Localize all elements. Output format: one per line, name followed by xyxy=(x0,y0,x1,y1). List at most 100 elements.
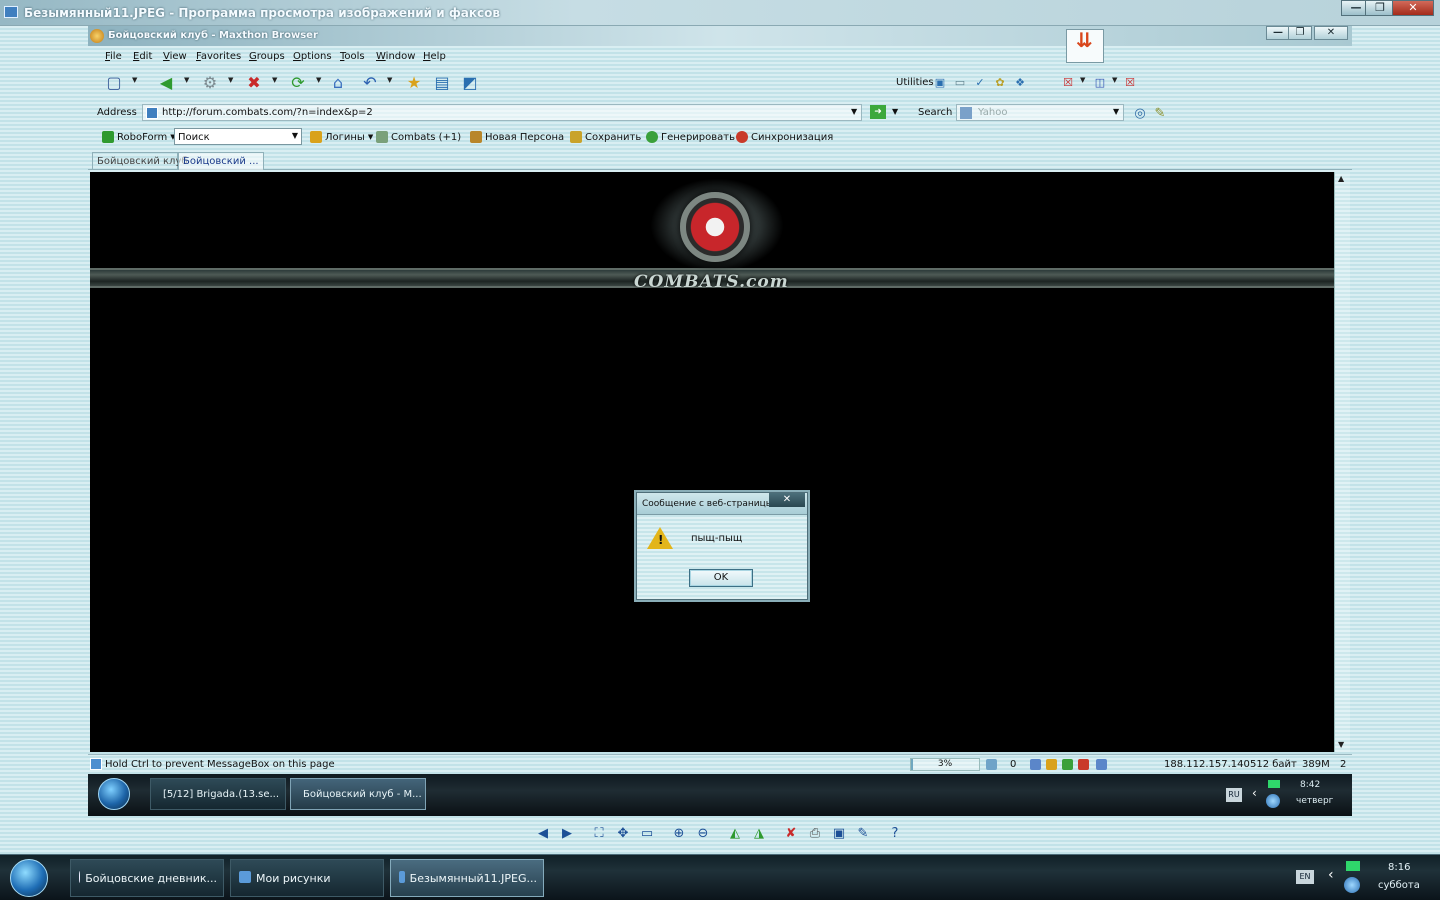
menu-groups[interactable]: Groups xyxy=(249,51,285,62)
status-tool-1-icon[interactable] xyxy=(1030,759,1041,770)
close-tab-dropdown[interactable]: ▼ xyxy=(1080,76,1088,86)
dialog-ok-button[interactable]: OK xyxy=(689,569,753,587)
new-page-icon[interactable]: ▢ xyxy=(102,71,126,93)
address-input[interactable]: http://forum.combats.com/?n=index&p=2 ▼ xyxy=(142,104,862,121)
task-fight-diaries[interactable]: Бойцовские дневник... xyxy=(70,859,224,897)
favorites-star-icon[interactable]: ★ xyxy=(402,71,426,93)
close-tab-icon[interactable]: ☒ xyxy=(1056,71,1080,93)
utility-5-icon[interactable]: ❖ xyxy=(1008,71,1032,93)
inner-tray-expand-icon[interactable]: ‹ xyxy=(1252,786,1257,800)
menu-tools[interactable]: Tools xyxy=(340,51,365,62)
menu-window[interactable]: Window xyxy=(376,51,415,62)
viewer-maximize-button[interactable]: ❐ xyxy=(1365,0,1395,16)
undo-close-dropdown[interactable]: ▼ xyxy=(387,76,395,86)
undo-close-icon[interactable]: ↶ xyxy=(358,71,382,93)
combats-logo[interactable]: COMBATS.com xyxy=(624,178,800,292)
go-button[interactable]: ➜ xyxy=(870,105,886,119)
roboform-search-input[interactable]: Поиск ▼ xyxy=(174,128,302,145)
tray-globe-icon[interactable] xyxy=(1344,877,1360,893)
menu-file[interactable]: File xyxy=(105,51,122,62)
status-tool-3-icon[interactable] xyxy=(1062,759,1073,770)
highlight-icon[interactable]: ✎ xyxy=(1148,102,1172,124)
delete-icon[interactable]: ✘ xyxy=(782,825,800,843)
browser-minimize-button[interactable]: — xyxy=(1266,26,1290,40)
inner-clock-time[interactable]: 8:42 xyxy=(1300,780,1320,790)
status-tool-4-icon[interactable] xyxy=(1078,759,1089,770)
forward-dropdown[interactable]: ▼ xyxy=(228,76,236,86)
search-dropdown[interactable]: ▼ xyxy=(1113,107,1119,116)
menu-favorites[interactable]: Favorites xyxy=(196,51,241,62)
close-all-icon[interactable]: ☒ xyxy=(1118,71,1142,93)
address-dropdown[interactable]: ▼ xyxy=(851,107,857,116)
browser-maximize-button[interactable]: ❐ xyxy=(1288,26,1312,40)
tile-windows-icon[interactable]: ◫ xyxy=(1088,71,1112,93)
task-image-viewer[interactable]: Безымянный11.JPEG... xyxy=(390,859,544,897)
status-tool-5-icon[interactable] xyxy=(1096,759,1107,770)
go-dropdown[interactable]: ▼ xyxy=(892,107,898,116)
slideshow-icon[interactable]: ▭ xyxy=(638,825,656,843)
actual-size-icon[interactable]: ✥ xyxy=(614,825,632,843)
edit-image-icon[interactable]: ✎ xyxy=(854,825,872,843)
save-copy-icon[interactable]: ▣ xyxy=(830,825,848,843)
dialog-close-button[interactable]: ✕ xyxy=(769,493,805,507)
menu-help[interactable]: Help xyxy=(423,51,446,62)
rotate-counterclockwise-icon[interactable]: ◮ xyxy=(750,825,768,843)
menu-view[interactable]: View xyxy=(163,51,187,62)
download-indicator[interactable]: ⇊ xyxy=(1066,29,1104,63)
search-engine-placeholder[interactable]: Yahoo xyxy=(978,107,1007,118)
back-dropdown[interactable]: ▼ xyxy=(184,76,192,86)
back-icon[interactable]: ◀ xyxy=(154,71,178,93)
language-indicator[interactable]: EN xyxy=(1296,870,1314,884)
best-fit-icon[interactable]: ⛶ xyxy=(590,825,608,843)
next-image-icon[interactable]: ▶ xyxy=(558,825,576,843)
link-sync[interactable]: Синхронизация xyxy=(736,131,833,143)
feeds-icon[interactable]: ◩ xyxy=(458,71,482,93)
search-input[interactable]: Yahoo ▼ xyxy=(956,104,1124,121)
inner-task-brigada[interactable]: [5/12] Brigada.(13.se... xyxy=(150,778,286,810)
forward-icon[interactable]: ⚙ xyxy=(198,71,222,93)
inner-language-indicator[interactable]: RU xyxy=(1226,788,1242,802)
scroll-up-arrow-icon[interactable]: ▲ xyxy=(1338,174,1344,183)
task-my-pictures[interactable]: Мои рисунки xyxy=(230,859,384,897)
roboform-search-dropdown[interactable]: ▼ xyxy=(292,131,298,140)
print-icon[interactable]: ⎙ xyxy=(806,825,824,843)
tab-fight-club-2[interactable]: Бойцовский ... xyxy=(178,152,264,170)
refresh-icon[interactable]: ⟳ xyxy=(286,71,310,93)
tray-network-icon[interactable] xyxy=(1346,861,1360,871)
browser-close-button[interactable]: ✕ xyxy=(1314,26,1348,40)
tray-expand-icon[interactable]: ‹ xyxy=(1328,867,1334,883)
link-logins[interactable]: Логины ▼ xyxy=(310,131,373,143)
link-save[interactable]: Сохранить xyxy=(570,131,641,143)
link-new-persona[interactable]: Новая Персона xyxy=(470,131,564,143)
viewer-close-button[interactable]: ✕ xyxy=(1392,0,1434,16)
menu-edit[interactable]: Edit xyxy=(133,51,152,62)
previous-image-icon[interactable]: ◀ xyxy=(534,825,552,843)
inner-task-browser[interactable]: Бойцовский клуб - M... xyxy=(290,778,426,810)
search-engine-icon[interactable] xyxy=(960,107,972,119)
inner-clock-day[interactable]: четверг xyxy=(1296,796,1333,806)
popup-blocker-icon[interactable] xyxy=(986,759,997,770)
tab-fight-club-1[interactable]: Бойцовский клуб xyxy=(92,152,188,170)
roboform-search-value[interactable]: Поиск xyxy=(178,132,210,143)
stop-icon[interactable]: ✖ xyxy=(242,71,266,93)
address-value[interactable]: http://forum.combats.com/?n=index&p=2 xyxy=(162,107,373,118)
refresh-dropdown[interactable]: ▼ xyxy=(316,76,324,86)
link-combats[interactable]: Combats (+1) xyxy=(376,131,461,143)
scroll-down-arrow-icon[interactable]: ▼ xyxy=(1338,740,1344,749)
clock-time[interactable]: 8:16 xyxy=(1388,862,1410,873)
new-page-dropdown[interactable]: ▼ xyxy=(132,76,140,86)
link-generate[interactable]: Генерировать xyxy=(646,131,735,143)
help-icon[interactable]: ? xyxy=(886,825,904,843)
start-button[interactable] xyxy=(10,859,48,897)
stop-dropdown[interactable]: ▼ xyxy=(272,76,280,86)
zoom-out-icon[interactable]: ⊖ xyxy=(694,825,712,843)
clock-day[interactable]: суббота xyxy=(1378,880,1420,891)
rotate-clockwise-icon[interactable]: ◭ xyxy=(726,825,744,843)
zoom-in-icon[interactable]: ⊕ xyxy=(670,825,688,843)
inner-start-button[interactable] xyxy=(98,778,130,810)
home-icon[interactable]: ⌂ xyxy=(326,71,350,93)
vertical-scrollbar[interactable]: ▲ ▼ xyxy=(1334,172,1350,752)
status-tool-2-icon[interactable] xyxy=(1046,759,1057,770)
sidebar-panel-icon[interactable]: ▤ xyxy=(430,71,454,93)
menu-options[interactable]: Options xyxy=(293,51,332,62)
